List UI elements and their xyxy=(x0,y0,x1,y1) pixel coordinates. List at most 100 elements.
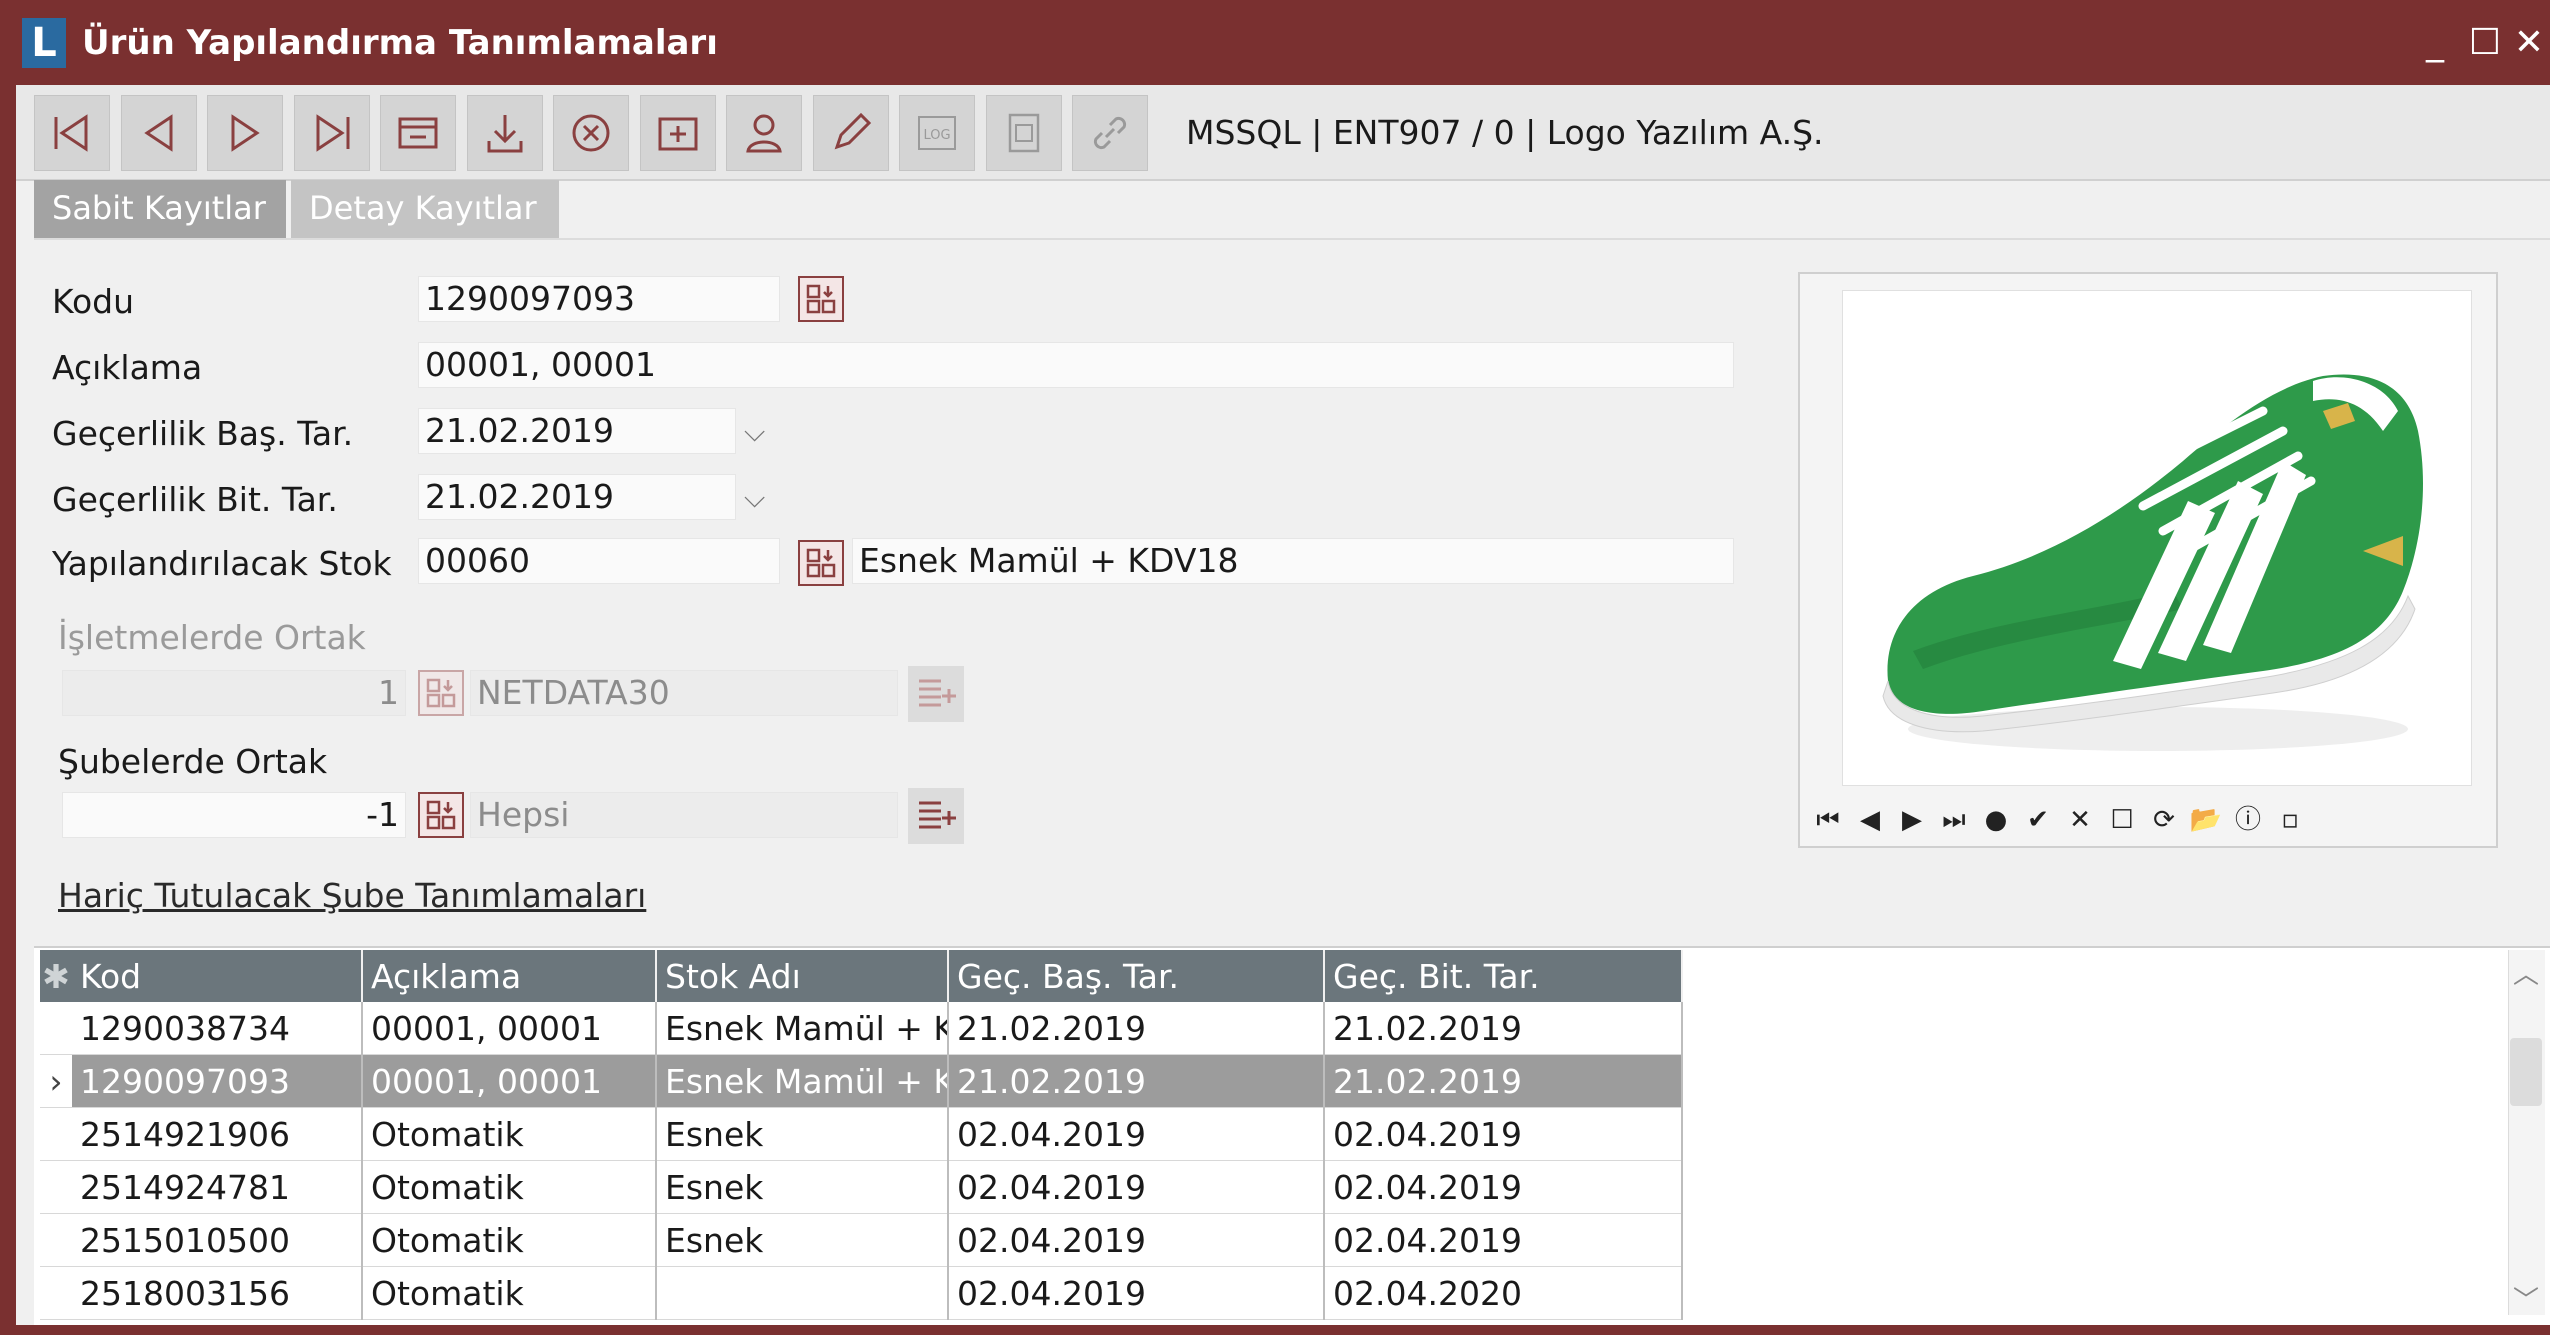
vertical-scrollbar[interactable] xyxy=(2508,950,2545,1315)
connection-info: MSSQL | ENT907 / 0 | Logo Yazılım A.Ş. xyxy=(1186,113,1824,152)
table-cell[interactable]: 2514921906 xyxy=(72,1107,363,1161)
image-control-icon[interactable]: ⏭ xyxy=(1936,802,1972,838)
row-indicator xyxy=(40,1213,72,1267)
branch-lookup-button[interactable] xyxy=(418,792,464,838)
log-button[interactable]: LOG xyxy=(899,95,975,171)
column-header-stock-name[interactable]: Stok Adı xyxy=(656,950,949,1002)
close-button[interactable]: ✕ xyxy=(2506,18,2550,68)
table-row[interactable]: 2514921906 Otomatik Esnek 02.04.2019 02.04.2… xyxy=(40,1107,1683,1161)
stock-lookup-button[interactable] xyxy=(798,540,844,586)
image-control-icon[interactable]: ● xyxy=(1978,802,2014,838)
column-header-end-date[interactable]: Geç. Bit. Tar. xyxy=(1324,950,1683,1002)
scroll-up-icon[interactable]: ︿ xyxy=(2508,954,2544,991)
image-control-icon[interactable]: ⟳ xyxy=(2146,802,2182,838)
table-cell[interactable]: 21.02.2019 xyxy=(1324,1002,1683,1055)
minimize-button[interactable]: _ xyxy=(2412,18,2458,68)
table-cell[interactable]: Esnek xyxy=(656,1107,949,1161)
table-cell[interactable]: Otomatik xyxy=(362,1107,657,1161)
previous-record-icon xyxy=(143,114,172,152)
table-cell[interactable]: 02.04.2019 xyxy=(1324,1160,1683,1214)
stock-label: Yapılandırılacak Stok xyxy=(52,544,392,583)
table-cell[interactable]: 2515010500 xyxy=(72,1213,363,1267)
image-control-icon[interactable]: ✔ xyxy=(2020,802,2056,838)
image-control-icon[interactable]: 📂 xyxy=(2188,802,2224,838)
save-button[interactable] xyxy=(466,95,543,171)
column-header-description[interactable]: Açıklama xyxy=(362,950,657,1002)
table-cell[interactable]: 02.04.2019 xyxy=(948,1160,1325,1214)
table-row[interactable]: 2518003156 Otomatik 02.04.2019 02.04.2020 xyxy=(40,1266,1683,1320)
document-button[interactable] xyxy=(985,95,1062,171)
previous-record-button[interactable] xyxy=(120,95,197,171)
company-common-label: İşletmelerde Ortak xyxy=(58,618,366,657)
table-cell[interactable]: 02.04.2020 xyxy=(1324,1266,1683,1320)
table-cell[interactable]: 02.04.2019 xyxy=(948,1213,1325,1267)
branch-common-field[interactable]: -1 xyxy=(62,792,406,838)
table-cell[interactable]: 2514924781 xyxy=(72,1160,363,1214)
table-row[interactable]: 2514924781 Otomatik Esnek 02.04.2019 02.04.2… xyxy=(40,1160,1683,1214)
edit-button[interactable] xyxy=(812,95,889,171)
chevron-down-icon[interactable]: ⌵ xyxy=(744,476,765,520)
table-cell[interactable]: 02.04.2019 xyxy=(1324,1107,1683,1161)
table-cell[interactable]: Esnek Mamül + KDV18 xyxy=(656,1054,949,1108)
column-header-start-date[interactable]: Geç. Baş. Tar. xyxy=(948,950,1325,1002)
scrollbar-thumb[interactable] xyxy=(2510,1038,2542,1106)
table-row[interactable]: 129003873400001, 00001Esnek Mamül + KDV1… xyxy=(40,1002,1683,1055)
stock-code-field[interactable]: 00060 xyxy=(418,538,780,584)
new-row-marker-icon: ✱ xyxy=(40,950,72,1002)
start-date-field[interactable]: 21.02.2019 xyxy=(418,408,736,454)
table-cell[interactable]: 00001, 00001 xyxy=(362,1002,657,1055)
tab-detail-records[interactable]: Detay Kayıtlar xyxy=(291,180,559,238)
maximize-button[interactable]: ☐ xyxy=(2462,18,2508,68)
last-record-button[interactable] xyxy=(293,95,370,171)
table-cell[interactable]: Otomatik xyxy=(362,1266,657,1320)
code-field[interactable]: 1290097093 xyxy=(418,276,780,322)
next-record-button[interactable] xyxy=(207,95,283,171)
row-indicator xyxy=(40,1107,72,1161)
image-control-icon[interactable]: ✕ xyxy=(2062,802,2098,838)
link-button[interactable] xyxy=(1072,95,1148,171)
table-cell[interactable]: 21.02.2019 xyxy=(948,1002,1325,1055)
scroll-down-icon[interactable]: ﹀ xyxy=(2508,1280,2544,1317)
table-cell[interactable]: 00001, 00001 xyxy=(362,1054,657,1108)
log-icon: LOG xyxy=(918,116,956,150)
end-date-field[interactable]: 21.02.2019 xyxy=(418,474,736,520)
table-cell[interactable]: Esnek xyxy=(656,1213,949,1267)
table-cell[interactable]: Esnek Mamül + KDV18 xyxy=(656,1002,949,1055)
user-button[interactable] xyxy=(726,95,802,171)
table-cell[interactable]: 02.04.2019 xyxy=(948,1107,1325,1161)
image-control-icon[interactable]: ◀ xyxy=(1852,802,1888,838)
lookup-icon xyxy=(806,284,836,314)
image-control-icon[interactable]: ⓘ xyxy=(2230,802,2266,838)
table-cell[interactable]: Esnek xyxy=(656,1160,949,1214)
window-bottom-border xyxy=(0,1325,2550,1335)
code-lookup-button[interactable] xyxy=(798,276,844,322)
table-row[interactable]: ›129009709300001, 00001Esnek Mamül + KDV… xyxy=(40,1054,1683,1108)
table-cell[interactable]: 21.02.2019 xyxy=(948,1054,1325,1108)
tab-fixed-records[interactable]: Sabit Kayıtlar xyxy=(34,180,286,238)
table-cell[interactable]: 1290097093 xyxy=(72,1054,363,1108)
image-control-icon[interactable]: ⏮ xyxy=(1810,802,1846,838)
row-indicator xyxy=(40,1266,72,1320)
description-field[interactable]: 00001, 00001 xyxy=(418,342,1734,388)
chevron-down-icon[interactable]: ⌵ xyxy=(744,410,765,454)
table-cell[interactable]: Otomatik xyxy=(362,1160,657,1214)
table-cell[interactable]: 02.04.2019 xyxy=(948,1266,1325,1320)
image-control-icon[interactable]: ☐ xyxy=(2104,802,2140,838)
table-cell[interactable] xyxy=(656,1266,949,1320)
image-control-icon[interactable]: ▫ xyxy=(2272,802,2308,838)
table-cell[interactable]: 02.04.2019 xyxy=(1324,1213,1683,1267)
table-cell[interactable]: 21.02.2019 xyxy=(1324,1054,1683,1108)
first-record-button[interactable] xyxy=(34,95,110,171)
cancel-button[interactable] xyxy=(553,95,629,171)
column-header-code[interactable]: Kod xyxy=(72,950,363,1002)
table-row[interactable]: 2515010500 Otomatik Esnek 02.04.2019 02.04.2… xyxy=(40,1213,1683,1267)
exclude-branches-link[interactable]: Hariç Tutulacak Şube Tanımlamaları xyxy=(58,874,646,918)
table-cell[interactable]: Otomatik xyxy=(362,1213,657,1267)
row-indicator xyxy=(40,1160,72,1214)
table-cell[interactable]: 1290038734 xyxy=(72,1002,363,1055)
branch-list-button[interactable] xyxy=(908,788,964,844)
new-copy-button[interactable] xyxy=(639,95,716,171)
image-control-icon[interactable]: ▶ xyxy=(1894,802,1930,838)
table-cell[interactable]: 2518003156 xyxy=(72,1266,363,1320)
select-button[interactable] xyxy=(380,95,456,171)
